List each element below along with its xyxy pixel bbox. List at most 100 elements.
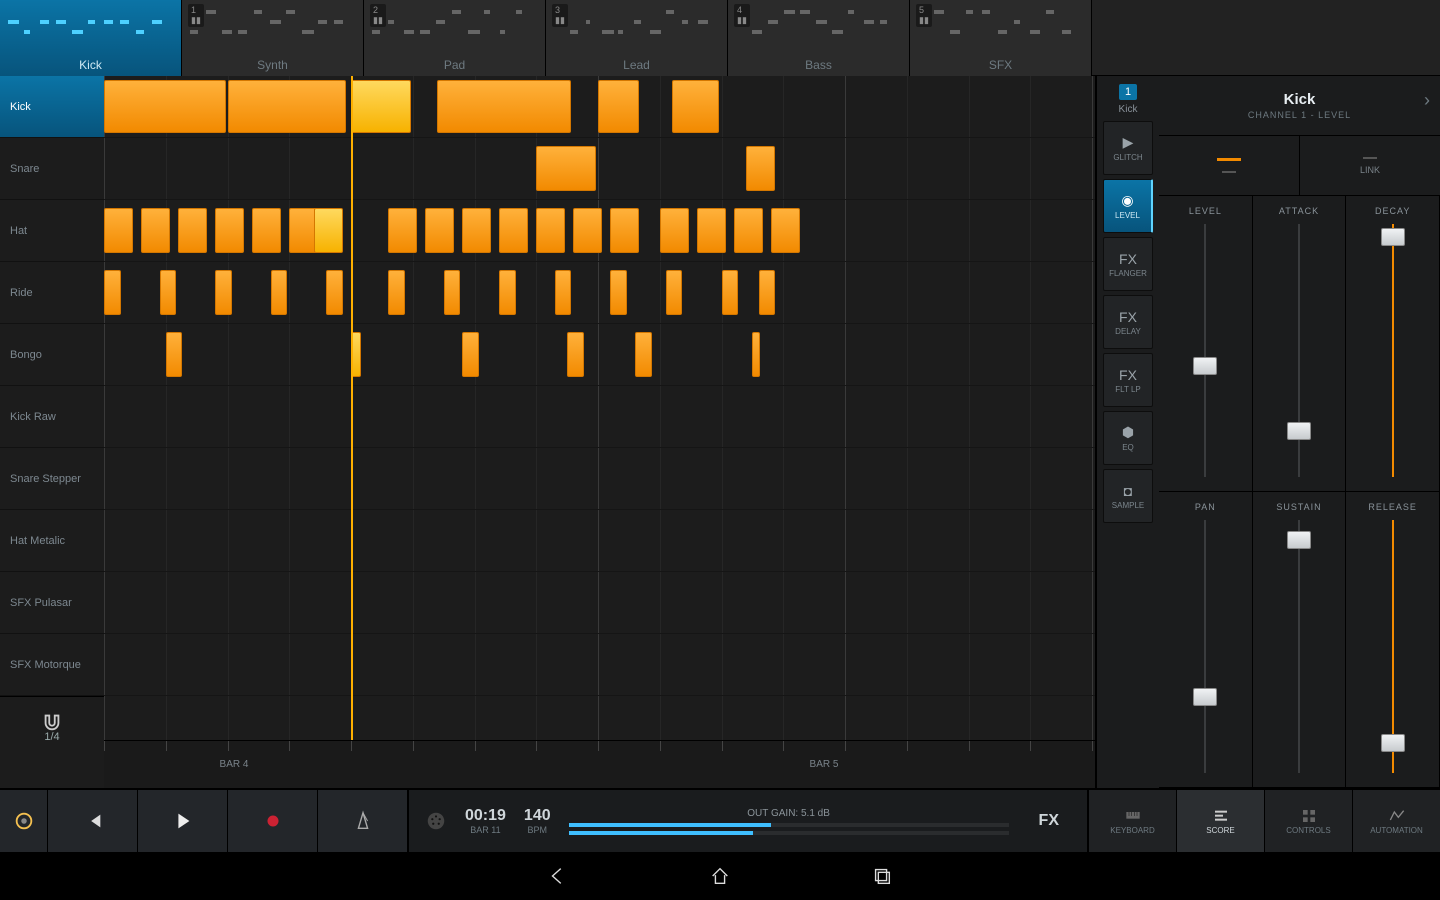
chan-btn-glitch[interactable]: ▶GLITCH — [1103, 121, 1153, 175]
slider-track[interactable] — [1298, 520, 1300, 773]
lane-kick[interactable]: Kick — [0, 76, 104, 138]
back-icon[interactable] — [547, 865, 569, 887]
step[interactable] — [759, 270, 776, 315]
step[interactable] — [314, 208, 343, 253]
grid-row[interactable] — [104, 572, 1095, 634]
slider-thumb[interactable] — [1381, 734, 1405, 752]
step[interactable] — [536, 146, 596, 191]
view-keyboard[interactable]: KEYBOARD — [1088, 790, 1176, 852]
step[interactable] — [610, 208, 639, 253]
track-tab-bass[interactable]: 4▮▮Bass — [728, 0, 910, 76]
chan-btn-level[interactable]: ◉LEVEL — [1103, 179, 1153, 233]
step[interactable] — [228, 80, 347, 133]
slider-thumb[interactable] — [1381, 228, 1405, 246]
lane-bongo[interactable]: Bongo — [0, 324, 104, 386]
step[interactable] — [598, 80, 639, 133]
view-controls[interactable]: CONTROLS — [1264, 790, 1352, 852]
chan-btn-eq[interactable]: ⬢EQ — [1103, 411, 1153, 465]
step[interactable] — [722, 270, 739, 315]
slider-track[interactable] — [1298, 224, 1300, 477]
grid-row[interactable] — [104, 634, 1095, 696]
step[interactable] — [388, 270, 405, 315]
lane-snare-stepper[interactable]: Snare Stepper — [0, 448, 104, 510]
grid-row[interactable] — [104, 510, 1095, 572]
step[interactable] — [462, 208, 491, 253]
step[interactable] — [271, 270, 288, 315]
bpm-display[interactable]: 140 — [524, 807, 551, 825]
step[interactable] — [536, 208, 565, 253]
grid-row[interactable] — [104, 200, 1095, 262]
step[interactable] — [746, 146, 775, 191]
recents-icon[interactable] — [871, 865, 893, 887]
step[interactable] — [178, 208, 207, 253]
link-button[interactable]: LINK — [1300, 136, 1440, 195]
record-button[interactable] — [228, 790, 318, 852]
metronome-button[interactable] — [318, 790, 408, 852]
step[interactable] — [141, 208, 170, 253]
slider-thumb[interactable] — [1193, 688, 1217, 706]
chan-btn-fx-fltlp[interactable]: FXFLT LP — [1103, 353, 1153, 407]
step[interactable] — [573, 208, 602, 253]
lane-sfx-motorque[interactable]: SFX Motorque — [0, 634, 104, 696]
rewind-button[interactable] — [48, 790, 138, 852]
step[interactable] — [635, 332, 652, 377]
grid-row[interactable] — [104, 448, 1095, 510]
out-gain-label[interactable]: OUT GAIN: 5.1 dB — [569, 808, 1009, 819]
slider-thumb[interactable] — [1193, 357, 1217, 375]
grid-row[interactable] — [104, 324, 1095, 386]
grid-row[interactable] — [104, 262, 1095, 324]
lane-hat[interactable]: Hat — [0, 200, 104, 262]
step[interactable] — [160, 270, 177, 315]
step[interactable] — [351, 80, 411, 133]
step[interactable] — [610, 270, 627, 315]
lane-snare[interactable]: Snare — [0, 138, 104, 200]
track-tab-sfx[interactable]: 5▮▮SFX — [910, 0, 1092, 76]
slider-track[interactable] — [1392, 224, 1394, 477]
step[interactable] — [734, 208, 763, 253]
snap-button[interactable]: 1/4 — [0, 696, 104, 758]
slider-track[interactable] — [1392, 520, 1394, 773]
track-tab-lead[interactable]: 3▮▮Lead — [546, 0, 728, 76]
view-score[interactable]: SCORE — [1176, 790, 1264, 852]
slider-thumb[interactable] — [1287, 531, 1311, 549]
step[interactable] — [104, 208, 133, 253]
next-preset-icon[interactable]: › — [1424, 90, 1430, 111]
step-grid[interactable] — [104, 76, 1095, 740]
midi-icon[interactable] — [425, 810, 447, 832]
time-display[interactable]: 00:19 — [465, 807, 506, 825]
track-tab-synth[interactable]: 1▮▮Synth — [182, 0, 364, 76]
lane-sfx-pulasar[interactable]: SFX Pulasar — [0, 572, 104, 634]
lane-hat-metalic[interactable]: Hat Metalic — [0, 510, 104, 572]
param-indicator[interactable] — [1159, 136, 1300, 195]
step[interactable] — [752, 332, 759, 377]
step[interactable] — [326, 270, 343, 315]
step[interactable] — [697, 208, 726, 253]
step[interactable] — [166, 332, 183, 377]
slider-thumb[interactable] — [1287, 422, 1311, 440]
timeline-ruler[interactable]: BAR 4BAR 5 — [104, 740, 1095, 788]
step[interactable] — [252, 208, 281, 253]
step[interactable] — [672, 80, 719, 133]
step[interactable] — [666, 270, 683, 315]
slider-track[interactable] — [1204, 520, 1206, 773]
playhead[interactable] — [351, 76, 353, 740]
step[interactable] — [567, 332, 584, 377]
step[interactable] — [499, 270, 516, 315]
step[interactable] — [555, 270, 572, 315]
settings-button[interactable] — [0, 790, 48, 852]
home-icon[interactable] — [709, 865, 731, 887]
step[interactable] — [104, 270, 121, 315]
step[interactable] — [104, 80, 226, 133]
grid-row[interactable] — [104, 76, 1095, 138]
step[interactable] — [425, 208, 454, 253]
play-button[interactable] — [138, 790, 228, 852]
chan-btn-fx-flanger[interactable]: FXFLANGER — [1103, 237, 1153, 291]
step[interactable] — [437, 80, 571, 133]
grid-row[interactable] — [104, 138, 1095, 200]
step[interactable] — [462, 332, 479, 377]
chan-btn-fx-delay[interactable]: FXDELAY — [1103, 295, 1153, 349]
view-automation[interactable]: AUTOMATION — [1352, 790, 1440, 852]
step[interactable] — [499, 208, 528, 253]
track-tab-kick[interactable]: Kick — [0, 0, 182, 76]
grid-row[interactable] — [104, 386, 1095, 448]
